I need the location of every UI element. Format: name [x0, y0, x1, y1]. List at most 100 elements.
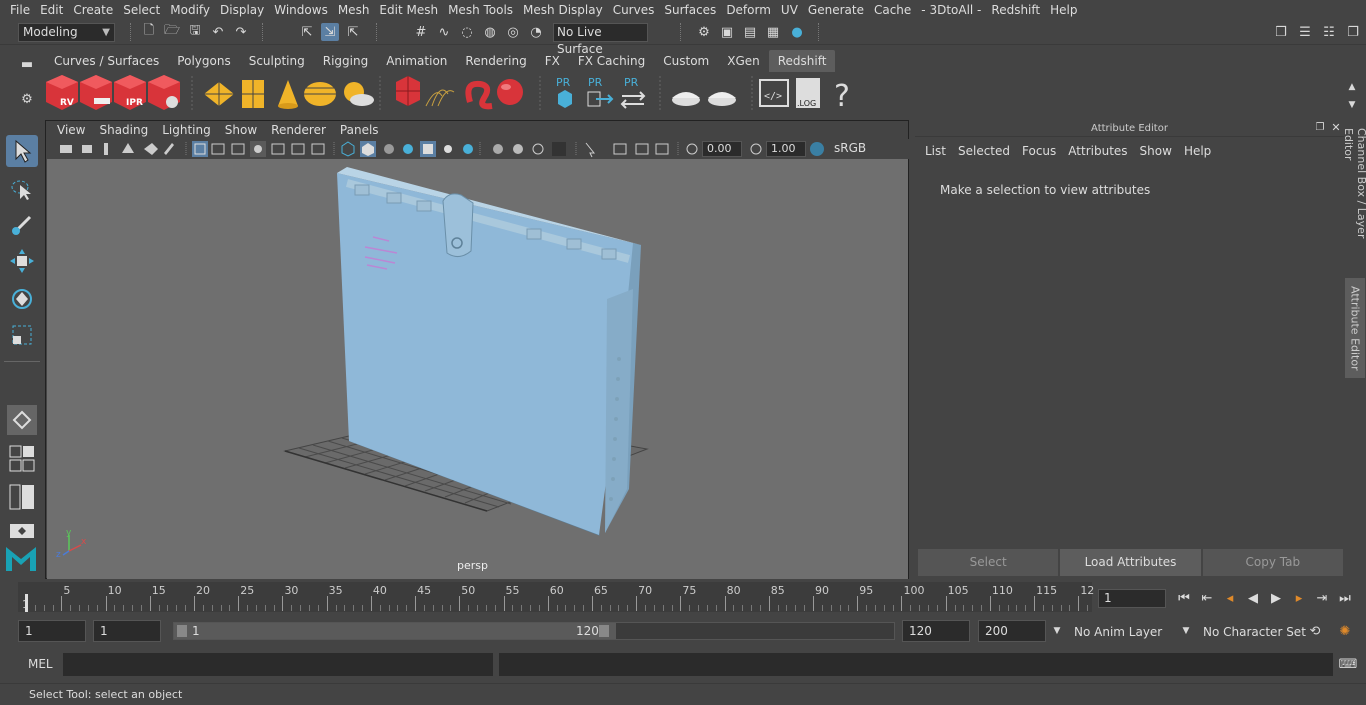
shelf-tab-curves-surfaces[interactable]: Curves / Surfaces — [45, 50, 168, 72]
tool-settings-toggle-icon[interactable]: ☷ — [1320, 23, 1338, 41]
menu-3dtoall[interactable]: - 3DtoAll - — [916, 0, 986, 20]
four-pane-layout-icon[interactable] — [6, 443, 38, 475]
menu-file[interactable]: File — [0, 0, 35, 20]
tab-attribute-editor[interactable]: Attribute Editor — [1345, 278, 1365, 378]
ipr-render-icon[interactable]: IPR — [114, 75, 146, 110]
shelf-tab-xgen[interactable]: XGen — [718, 50, 769, 72]
volume-icon[interactable] — [396, 76, 420, 106]
shadows-icon[interactable] — [463, 144, 473, 154]
select-component-icon[interactable]: ⇱ — [344, 23, 362, 41]
redshift-render-icon[interactable] — [80, 75, 112, 110]
undo-icon[interactable]: ↶ — [209, 23, 227, 41]
range-end-handle[interactable] — [599, 625, 609, 637]
select-tool-icon[interactable] — [6, 135, 38, 167]
rv-render-icon[interactable]: RV — [46, 75, 78, 110]
command-language-toggle[interactable]: MEL — [28, 657, 53, 671]
current-time-marker[interactable] — [25, 594, 28, 612]
play-backwards-icon[interactable]: ◀ — [1244, 589, 1262, 607]
ipr-render-icon[interactable]: ▤ — [741, 23, 759, 41]
step-back-key-icon[interactable]: ⇤ — [1198, 589, 1216, 607]
viewport-menu-lighting[interactable]: Lighting — [155, 123, 218, 137]
animation-start-field[interactable]: 1 — [18, 620, 86, 642]
menu-surfaces[interactable]: Surfaces — [659, 0, 721, 20]
play-forwards-icon[interactable]: ▶ — [1267, 589, 1285, 607]
color-management-icon[interactable] — [810, 142, 824, 156]
light-cone-icon[interactable] — [278, 80, 298, 109]
menu-generate[interactable]: Generate — [803, 0, 869, 20]
shelf-tab-polygons[interactable]: Polygons — [168, 50, 239, 72]
lights-icon[interactable] — [444, 145, 452, 153]
select-camera-icon[interactable] — [585, 142, 596, 158]
wireframe-shading-icon[interactable] — [341, 141, 355, 157]
hair-icon[interactable] — [425, 89, 455, 107]
save-scene-icon[interactable]: 🖫 — [186, 23, 204, 41]
isolate-select-icon[interactable] — [311, 143, 325, 155]
auto-key-icon[interactable]: ⟲ — [1306, 622, 1324, 640]
ambient-occlusion-icon[interactable] — [493, 144, 503, 154]
maya-logo-icon[interactable] — [4, 541, 36, 573]
select-button[interactable]: Select — [918, 549, 1059, 576]
film-gate-icon[interactable] — [144, 143, 158, 155]
timeline-ruler[interactable]: 1510152025303540455055606570758085909510… — [18, 582, 1094, 612]
shelf-scroll-down-icon[interactable]: ▼ — [1343, 96, 1361, 114]
menu-select[interactable]: Select — [118, 0, 165, 20]
character-set-chevron-icon[interactable]: ▼ — [1177, 622, 1195, 640]
lasso-tool-icon[interactable] — [6, 173, 38, 205]
grid-icon[interactable] — [122, 143, 134, 153]
anim-layer-dropdown[interactable]: No Anim Layer — [1074, 625, 1162, 639]
hud-icon[interactable] — [635, 143, 649, 155]
character-set-dropdown[interactable]: No Character Set — [1203, 625, 1306, 639]
ae-menu-list[interactable]: List — [919, 142, 952, 160]
ae-menu-focus[interactable]: Focus — [1016, 142, 1062, 160]
menu-edit-mesh[interactable]: Edit Mesh — [374, 0, 443, 20]
textured-icon[interactable] — [403, 144, 413, 154]
load-attributes-button[interactable]: Load Attributes — [1060, 549, 1201, 576]
shelf-tab-fx-caching[interactable]: FX Caching — [569, 50, 654, 72]
snap-view-plane-icon[interactable]: ◎ — [504, 23, 522, 41]
resolution-gate-icon[interactable] — [211, 143, 225, 155]
mesh-params-icon[interactable] — [242, 80, 264, 108]
shelf-tab-fx[interactable]: FX — [536, 50, 569, 72]
ae-menu-selected[interactable]: Selected — [952, 142, 1016, 160]
render-view-icon[interactable]: ▦ — [764, 23, 782, 41]
hypershade-icon[interactable]: ● — [788, 23, 806, 41]
animation-end-field[interactable]: 200 — [978, 620, 1046, 642]
viewport-menu-shading[interactable]: Shading — [92, 123, 155, 137]
viewport-menu-renderer[interactable]: Renderer — [264, 123, 333, 137]
playback-end-field[interactable]: 120 — [902, 620, 970, 642]
shelf-tab-animation[interactable]: Animation — [377, 50, 456, 72]
snap-projected-icon[interactable]: ◍ — [481, 23, 499, 41]
pr-convert-icon[interactable]: PR — [620, 76, 646, 109]
workspace-cubes-icon[interactable]: ❒ — [1272, 23, 1290, 41]
select-object-icon[interactable]: ⇲ — [321, 23, 339, 41]
menu-edit[interactable]: Edit — [35, 0, 68, 20]
grid-toggle-icon[interactable] — [192, 141, 208, 157]
range-slider[interactable]: 1 120 — [173, 622, 895, 640]
tab-channel-box[interactable]: Channel Box / Layer Editor — [1342, 128, 1366, 270]
proxy-icon[interactable] — [204, 82, 234, 106]
step-forward-key-icon[interactable]: ⇥ — [1313, 589, 1331, 607]
render-settings-icon[interactable]: ⚙ — [695, 23, 713, 41]
ae-menu-show[interactable]: Show — [1134, 142, 1178, 160]
menu-uv[interactable]: UV — [776, 0, 803, 20]
range-start-handle[interactable] — [177, 625, 187, 637]
scale-tool-icon[interactable] — [6, 319, 38, 351]
redo-icon[interactable]: ↷ — [232, 23, 250, 41]
color-space-label[interactable]: sRGB gamma — [830, 141, 906, 169]
shelf-tab-rendering[interactable]: Rendering — [456, 50, 535, 72]
outliner-layout-icon[interactable] — [6, 481, 38, 513]
help-icon[interactable]: ? — [834, 79, 850, 114]
live-surface-field[interactable]: No Live Surface — [553, 23, 648, 56]
shelf-tab-redshift[interactable]: Redshift — [768, 50, 836, 72]
viewport-menu-view[interactable]: View — [50, 123, 92, 137]
log-icon[interactable]: .LOG — [796, 78, 820, 108]
menu-curves[interactable]: Curves — [608, 0, 660, 20]
single-pane-layout-icon[interactable] — [7, 405, 37, 435]
image-plane-icon[interactable] — [104, 143, 108, 155]
menu-mesh-display[interactable]: Mesh Display — [518, 0, 608, 20]
shelf-tab-sculpting[interactable]: Sculpting — [240, 50, 314, 72]
menu-windows[interactable]: Windows — [269, 0, 333, 20]
animation-preferences-icon[interactable]: ✺ — [1336, 622, 1354, 640]
antialiasing-icon[interactable] — [532, 143, 544, 155]
step-back-frame-icon[interactable]: ◂ — [1221, 589, 1239, 607]
